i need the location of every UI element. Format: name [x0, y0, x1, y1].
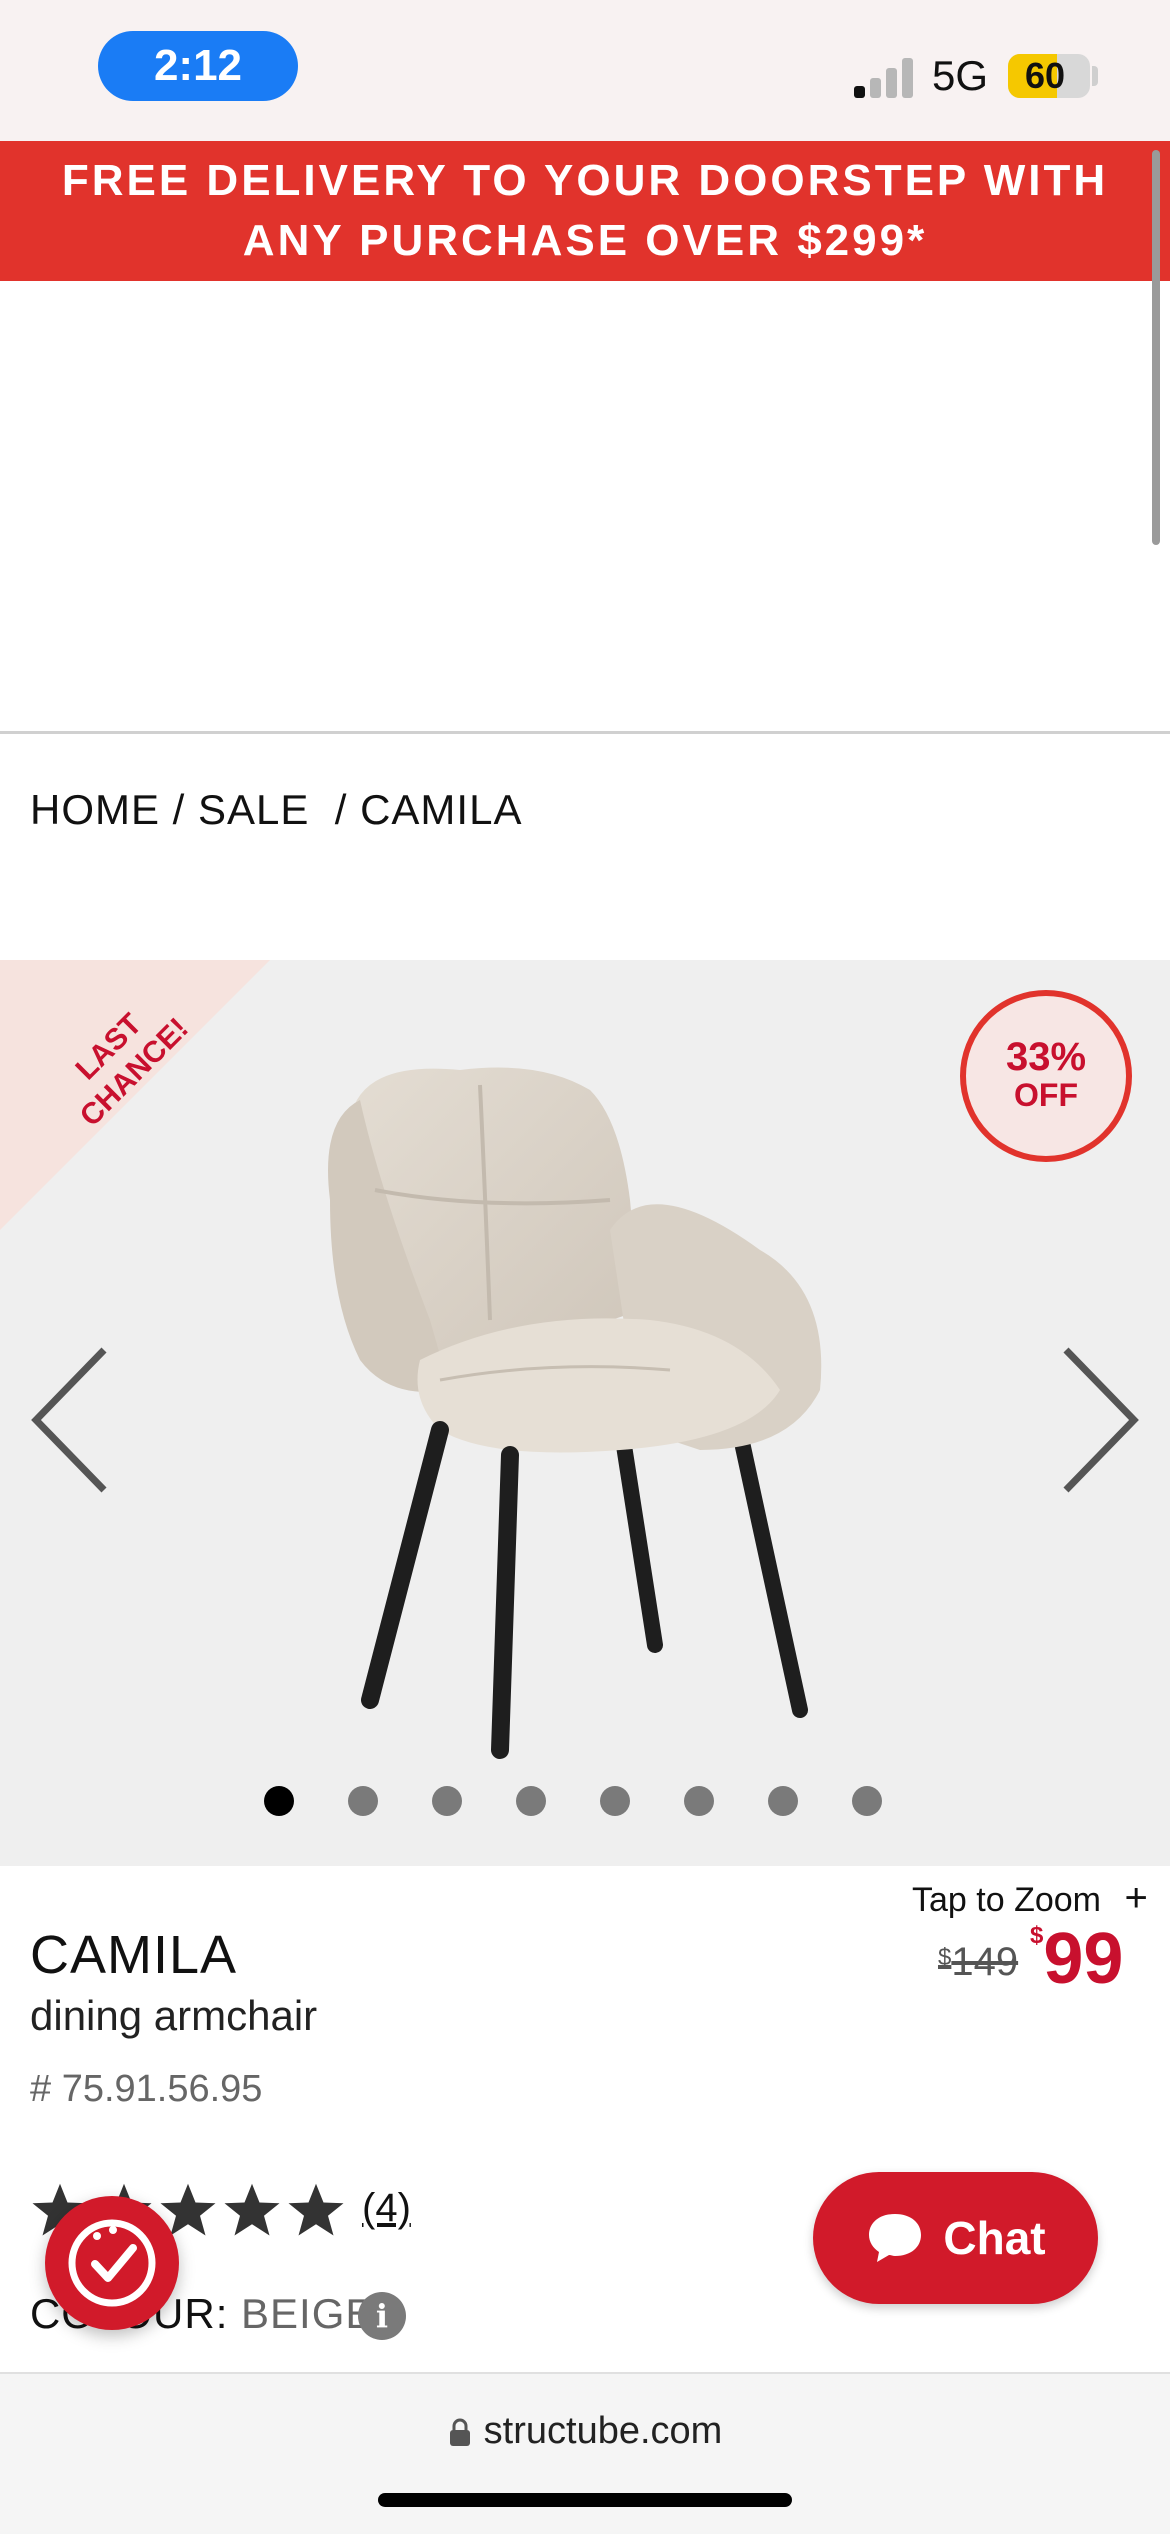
discount-off: OFF [1014, 1077, 1078, 1113]
network-label: 5G [932, 52, 989, 99]
gallery-dot[interactable] [432, 1786, 462, 1816]
sale-price-value: 99 [1043, 1919, 1124, 1999]
product-subtitle: dining armchair [30, 1992, 318, 2039]
chair-image [328, 1067, 822, 1759]
cookie-consent-button[interactable] [45, 2196, 179, 2330]
gallery-dot[interactable] [684, 1786, 714, 1816]
battery-cap [1092, 66, 1098, 86]
product-title: CAMILA [30, 1925, 238, 1985]
promo-banner[interactable]: FREE DELIVERY TO YOUR DOORSTEP WITH ANY … [0, 141, 1170, 281]
chat-button[interactable]: Chat [813, 2172, 1098, 2304]
url-text: structube.com [483, 2410, 723, 2452]
battery-level: 60 [1024, 55, 1066, 96]
reviews-link[interactable]: (4) [362, 2186, 411, 2231]
gallery-dot[interactable] [516, 1786, 546, 1816]
sale-price-currency: $ [1030, 1922, 1044, 1949]
gallery-dots[interactable] [264, 1786, 904, 1816]
tap-to-zoom[interactable]: Tap to Zoom + [912, 1876, 1148, 1921]
old-price-currency: $ [938, 1944, 952, 1971]
old-price: $149 [938, 1940, 1018, 1985]
product-sku: # 75.91.56.95 [30, 2068, 263, 2110]
discount-percent: 33% [1005, 1035, 1087, 1079]
gallery-dot[interactable] [600, 1786, 630, 1816]
colour-value: BEIGE [241, 2290, 375, 2337]
promo-line-2: ANY PURCHASE OVER $299* [242, 216, 928, 265]
url-bar[interactable]: structube.com [0, 2410, 1170, 2453]
chat-bubble-icon [869, 2214, 922, 2262]
sale-price: $99 [1030, 1918, 1123, 2000]
zoom-label: Tap to Zoom [912, 1881, 1101, 1919]
promo-line-1: FREE DELIVERY TO YOUR DOORSTEP WITH [61, 156, 1109, 205]
status-time: 2:12 [98, 31, 298, 101]
breadcrumb[interactable]: HOME / SALE / CAMILA [30, 786, 522, 834]
chat-label: Chat [943, 2212, 1046, 2264]
next-arrow-icon[interactable] [1052, 1340, 1142, 1500]
info-icon[interactable]: i [358, 2292, 406, 2340]
lock-icon [449, 2418, 470, 2446]
cookie-check-icon [68, 2219, 156, 2307]
header-divider [0, 731, 1170, 734]
star-icon [224, 2183, 280, 2236]
battery-icon: 60 [1008, 54, 1090, 98]
product-gallery[interactable]: LAST CHANCE! 33% OFF [0, 960, 1170, 1866]
home-indicator[interactable] [378, 2493, 792, 2507]
zoom-plus-icon: + [1124, 1876, 1148, 1920]
browser-bottom-bar [0, 2372, 1170, 2534]
gallery-dot[interactable] [852, 1786, 882, 1816]
gallery-dot[interactable] [264, 1786, 294, 1816]
scrollbar[interactable] [1152, 150, 1160, 545]
old-price-value: 149 [951, 1940, 1019, 1984]
gallery-dot[interactable] [768, 1786, 798, 1816]
signal-icon [854, 54, 916, 98]
discount-badge: 33% OFF [960, 990, 1132, 1162]
prev-arrow-icon[interactable] [28, 1340, 118, 1500]
star-icon [288, 2183, 344, 2236]
gallery-dot[interactable] [348, 1786, 378, 1816]
